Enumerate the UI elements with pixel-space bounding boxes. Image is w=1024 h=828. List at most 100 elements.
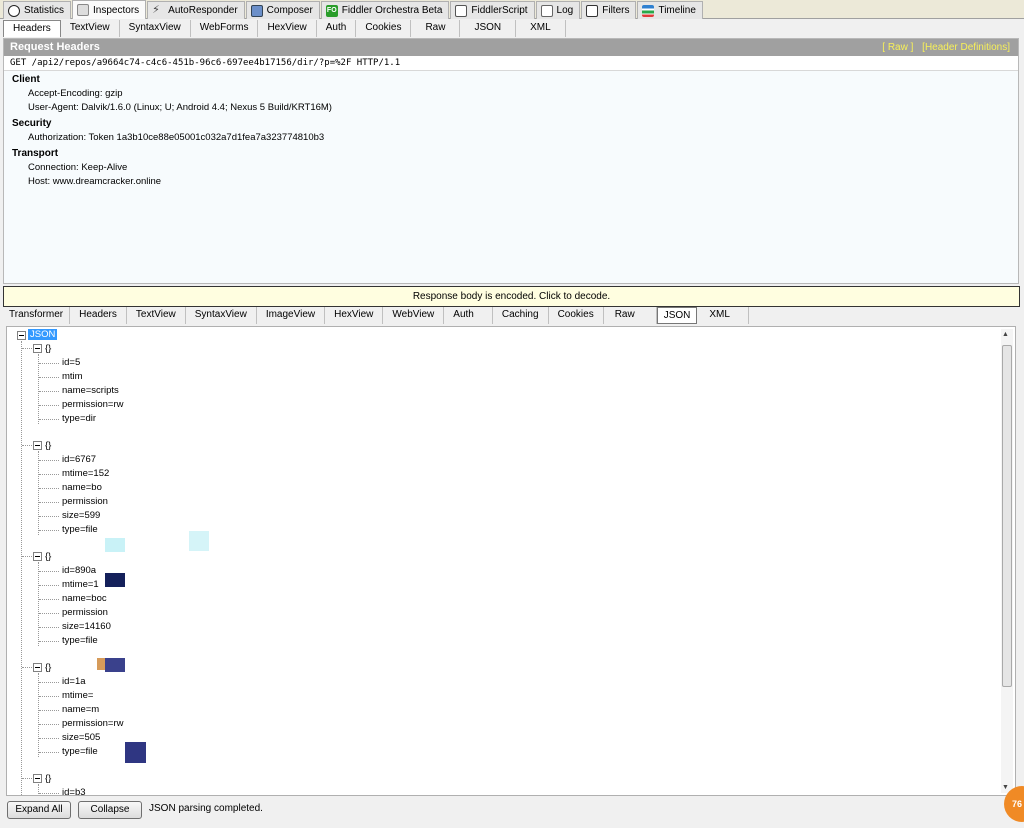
json-property-node[interactable]: name=bo	[62, 481, 102, 495]
resp-tab-xml[interactable]: XML	[697, 307, 749, 324]
tree-guide	[39, 502, 59, 503]
tree-guide	[39, 460, 59, 461]
req-tab-hexview[interactable]: HexView	[258, 20, 317, 37]
json-property-node[interactable]: permission=rw	[62, 717, 124, 731]
json-object-node[interactable]: {}	[45, 772, 51, 786]
tab-filters[interactable]: Filters	[581, 1, 637, 19]
json-tree: JSON{} id=5 mtim name=scripts permission=rw t…	[7, 327, 1003, 795]
json-property-node[interactable]: mtime=1	[62, 578, 99, 592]
scroll-thumb[interactable]	[1002, 345, 1012, 687]
raw-link[interactable]: [ Raw ]	[882, 42, 913, 53]
tree-guide	[39, 419, 59, 420]
header-line: Accept-Encoding: gzip	[28, 88, 123, 99]
tree-guide	[39, 752, 59, 753]
req-tab-raw[interactable]: Raw	[411, 20, 461, 37]
json-property-node[interactable]: mtim	[62, 370, 83, 384]
json-property-node[interactable]: name=boc	[62, 592, 107, 606]
request-headers-panel: Request Headers [ Raw ] [Header Definiti…	[3, 38, 1019, 284]
request-inspector-tabs: Headers TextView SyntaxView WebForms Hex…	[3, 20, 566, 37]
json-object-node[interactable]: {}	[45, 342, 51, 356]
collapse-object-toggle[interactable]	[33, 344, 42, 353]
vertical-scrollbar[interactable]: ▲ ▼	[1001, 329, 1013, 793]
json-root-label: JSON	[28, 329, 58, 340]
tree-guide	[39, 474, 59, 475]
json-property-node[interactable]: name=scripts	[62, 384, 119, 398]
tab-inspectors[interactable]: Inspectors	[72, 0, 147, 19]
resp-tab-transformer[interactable]: Transformer	[3, 307, 71, 324]
json-property-node[interactable]: permission=rw	[62, 398, 124, 412]
json-property-node[interactable]: id=b3	[62, 786, 86, 795]
tab-statistics[interactable]: Statistics	[3, 1, 72, 19]
tab-timeline[interactable]: Timeline	[637, 1, 703, 19]
collapse-root-toggle[interactable]	[17, 331, 26, 340]
tree-guide	[39, 391, 59, 392]
json-property-node[interactable]: size=599	[62, 509, 100, 523]
resp-tab-json[interactable]: JSON	[656, 307, 698, 324]
json-property-node[interactable]: permission	[62, 495, 108, 509]
json-property-node[interactable]: id=6767	[62, 453, 96, 467]
tab-fiddlerscript[interactable]: FiddlerScript	[450, 1, 535, 19]
tab-composer[interactable]: Composer	[245, 1, 320, 19]
tab-fiddler-orchestra[interactable]: FO Fiddler Orchestra Beta	[320, 1, 450, 19]
req-tab-syntaxview[interactable]: SyntaxView	[119, 20, 191, 37]
resp-tab-syntaxview[interactable]: SyntaxView	[185, 307, 257, 324]
resp-tab-caching[interactable]: Caching	[492, 307, 549, 324]
header-group-client: Client	[12, 74, 40, 85]
json-property-node[interactable]: size=14160	[62, 620, 111, 634]
resp-tab-hexview[interactable]: HexView	[325, 307, 384, 324]
tab-label: AutoResponder	[168, 5, 238, 16]
resp-tab-auth[interactable]: Auth	[444, 307, 493, 324]
req-tab-webforms[interactable]: WebForms	[190, 20, 259, 37]
collapse-object-toggle[interactable]	[33, 552, 42, 561]
scroll-up-arrow-icon[interactable]: ▲	[1002, 331, 1009, 338]
json-object-node[interactable]: {}	[45, 661, 51, 675]
top-tab-strip: Statistics Inspectors AutoResponder Comp…	[0, 0, 1024, 19]
json-root-node[interactable]: JSON	[28, 328, 58, 342]
decode-response-bar[interactable]: Response body is encoded. Click to decod…	[3, 286, 1020, 307]
collapse-object-toggle[interactable]	[33, 441, 42, 450]
json-property-node[interactable]: name=m	[62, 703, 99, 717]
req-tab-auth[interactable]: Auth	[316, 20, 357, 37]
expand-all-button[interactable]: Expand All	[7, 801, 71, 819]
tree-guide	[39, 710, 59, 711]
tab-label: Inspectors	[93, 4, 140, 16]
resp-tab-webview[interactable]: WebView	[383, 307, 445, 324]
tree-guide	[38, 673, 39, 757]
json-property-node[interactable]: id=1a	[62, 675, 86, 689]
header-definitions-link[interactable]: [Header Definitions]	[922, 42, 1010, 53]
resp-tab-cookies[interactable]: Cookies	[548, 307, 604, 324]
resp-tab-headers[interactable]: Headers	[70, 307, 127, 324]
collapse-object-toggle[interactable]	[33, 663, 42, 672]
json-property-node[interactable]: type=dir	[62, 412, 96, 426]
tree-guide	[38, 451, 39, 535]
status-text: JSON parsing completed.	[149, 803, 263, 814]
fo-icon: FO	[325, 4, 338, 17]
collapse-button[interactable]: Collapse	[78, 801, 142, 819]
req-tab-json[interactable]: JSON	[460, 20, 517, 37]
json-property-node[interactable]: id=890a	[62, 564, 96, 578]
json-property-node[interactable]: mtime=	[62, 689, 93, 703]
req-tab-headers[interactable]: Headers	[3, 20, 61, 37]
json-property-node[interactable]: mtime=152	[62, 467, 109, 481]
tab-label: Statistics	[24, 5, 65, 16]
collapse-object-toggle[interactable]	[33, 774, 42, 783]
json-property-node[interactable]: id=5	[62, 356, 80, 370]
resp-tab-imageview[interactable]: ImageView	[256, 307, 326, 324]
resp-tab-textview[interactable]: TextView	[126, 307, 186, 324]
tab-autoresponder[interactable]: AutoResponder	[147, 1, 245, 19]
req-tab-cookies[interactable]: Cookies	[356, 20, 412, 37]
resp-tab-raw[interactable]: Raw	[603, 307, 657, 324]
header-line: Authorization: Token 1a3b10ce88e05001c03…	[28, 132, 325, 143]
json-property-node[interactable]: size=505	[62, 731, 100, 745]
tab-log[interactable]: Log	[535, 1, 581, 19]
scroll-down-arrow-icon[interactable]: ▼	[1002, 784, 1009, 791]
json-property-node[interactable]: type=file	[62, 745, 98, 759]
req-tab-xml[interactable]: XML	[516, 20, 566, 37]
tree-guide	[39, 696, 59, 697]
json-property-node[interactable]: type=file	[62, 634, 98, 648]
json-property-node[interactable]: type=file	[62, 523, 98, 537]
json-object-node[interactable]: {}	[45, 550, 51, 564]
json-property-node[interactable]: permission	[62, 606, 108, 620]
json-object-node[interactable]: {}	[45, 439, 51, 453]
req-tab-textview[interactable]: TextView	[60, 20, 120, 37]
